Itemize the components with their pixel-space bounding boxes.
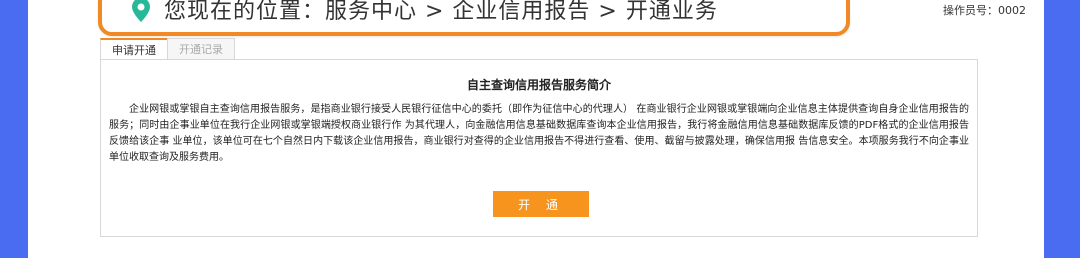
operator-id: 操作员号：0002 [943,4,1026,17]
intro-panel: 自主查询信用报告服务简介 企业网银或掌银自主查询信用报告服务，是指商业银行接受人… [100,59,978,237]
tab-open-records[interactable]: 开通记录 [167,38,235,60]
intro-title: 自主查询信用报告服务简介 [466,78,611,92]
tab-apply-open[interactable]: 申请开通 [100,38,168,60]
intro-body: 企业网银或掌银自主查询信用报告服务，是指商业银行接受人民银行征信中心的委托（即作… [109,104,969,163]
tab-bar: 申请开通 开通记录 [100,38,235,60]
location-pin-icon [132,0,150,22]
location-callout: 您现在的位置：服务中心 > 企业信用报告 > 开通业务 [98,0,850,36]
open-service-button[interactable]: 开 通 [493,191,589,217]
content-frame: 操作员号：0002 您现在的位置：服务中心 > 企业信用报告 > 开通业务 申请… [28,0,1044,258]
location-breadcrumb: 您现在的位置：服务中心 > 企业信用报告 > 开通业务 [164,0,718,24]
